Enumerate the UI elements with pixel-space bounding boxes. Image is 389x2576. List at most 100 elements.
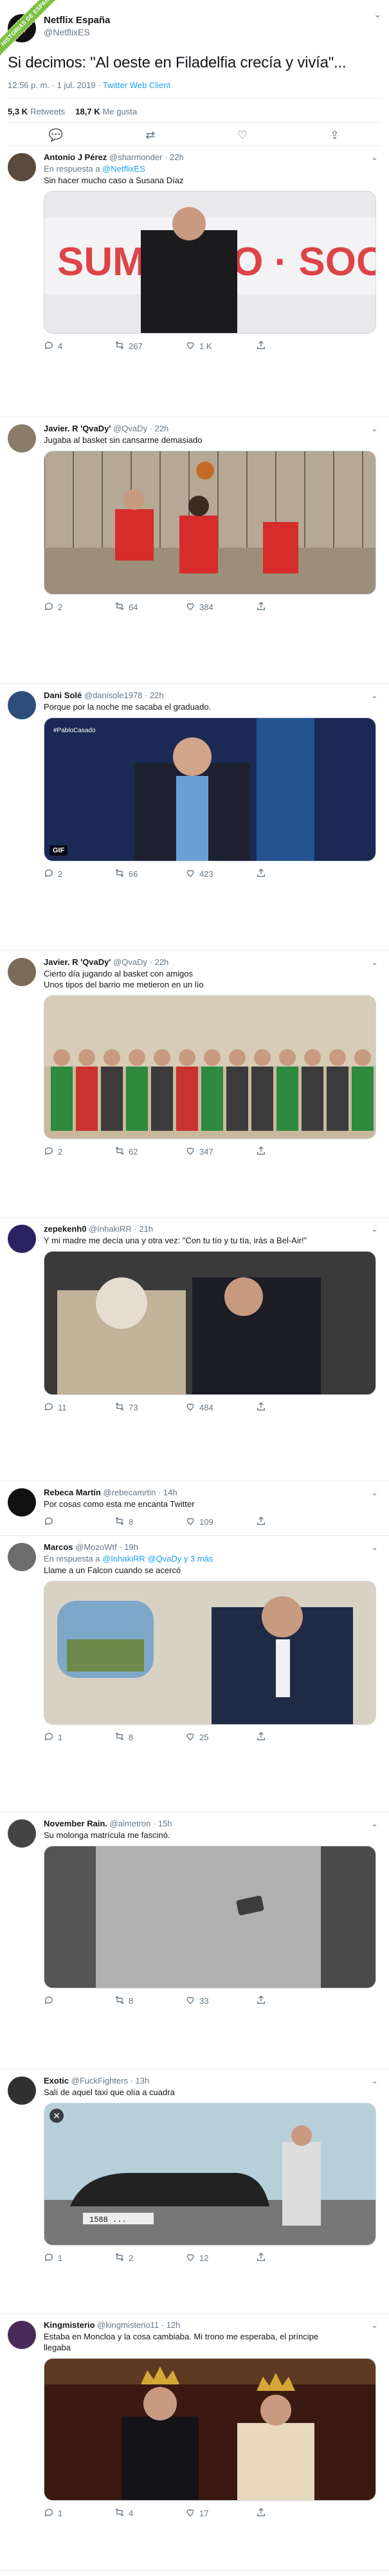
retweet-button[interactable]: 8	[114, 1731, 185, 1743]
tweet-image[interactable]: 1588 ... ✕	[44, 2103, 376, 2246]
like-button[interactable]: 33	[185, 1995, 256, 2007]
retweet-button[interactable]: 64	[114, 601, 185, 613]
chevron-down-icon[interactable]: ⌄	[371, 423, 378, 435]
reply-button[interactable]: 1	[44, 1731, 114, 1743]
author-name[interactable]: Marcos	[44, 1542, 73, 1552]
retweet-button[interactable]: 62	[114, 1146, 185, 1158]
author-name[interactable]: Exotic	[44, 2076, 69, 2085]
tweet-image[interactable]	[44, 995, 376, 1139]
author-handle[interactable]: @danisole1978 · 22h	[84, 690, 164, 700]
chevron-down-icon[interactable]: ⌄	[371, 690, 378, 701]
author-handle[interactable]: @rebecamrtin · 14h	[104, 1488, 177, 1497]
like-button[interactable]: 25	[185, 1731, 256, 1743]
author-name[interactable]: Dani Solé	[44, 690, 82, 700]
retweet-button[interactable]: 73	[114, 1401, 185, 1414]
retweets-count[interactable]: 5,3 K	[8, 107, 28, 116]
author-handle[interactable]: @MozoWtf · 19h	[75, 1542, 138, 1552]
avatar[interactable]	[8, 1488, 36, 1517]
tweet-image[interactable]	[44, 1846, 376, 1988]
retweet-button[interactable]: 267	[114, 340, 185, 352]
avatar[interactable]	[8, 691, 36, 719]
retweet-button[interactable]: 8	[114, 1995, 185, 2007]
avatar[interactable]	[8, 424, 36, 453]
reply-button[interactable]	[44, 1516, 114, 1528]
chevron-down-icon[interactable]: ⌄	[371, 957, 378, 968]
share-button[interactable]	[256, 601, 327, 613]
author-handle[interactable]: @QvaDy · 22h	[113, 957, 168, 967]
chevron-down-icon[interactable]: ⌄	[371, 1818, 378, 1830]
avatar[interactable]	[8, 1819, 36, 1848]
like-button[interactable]: 17	[185, 2507, 256, 2519]
author-handle[interactable]: @InhakiRR · 21h	[89, 1224, 153, 1234]
reply-button[interactable]	[44, 1995, 114, 2007]
author-name[interactable]: Antonio J Pérez	[44, 152, 107, 162]
author-name[interactable]: November Rain.	[44, 1819, 107, 1828]
tweet-timestamp[interactable]: 12:56 p. m. · 1 jul. 2019 ·	[8, 80, 103, 90]
tweet-image[interactable]	[44, 451, 376, 595]
like-button[interactable]: 1 K	[185, 340, 256, 352]
author-name[interactable]: Javier. R 'QvaDy'	[44, 424, 111, 433]
chevron-down-icon[interactable]: ⌄	[371, 152, 378, 163]
share-icon[interactable]: ⇪	[330, 129, 339, 142]
share-button[interactable]	[256, 1146, 327, 1158]
like-button[interactable]: 347	[185, 1146, 256, 1158]
tweet-image[interactable]	[44, 2358, 376, 2501]
reply-button[interactable]: 4	[44, 340, 114, 352]
like-button[interactable]: 384	[185, 601, 256, 613]
likes-count[interactable]: 18,7 K	[75, 107, 100, 116]
reply-button[interactable]: 11	[44, 1401, 114, 1414]
retweet-button[interactable]: 2	[114, 2252, 185, 2264]
avatar[interactable]	[8, 2321, 36, 2349]
author-name[interactable]: Rebeca Martín	[44, 1488, 101, 1497]
chevron-down-icon[interactable]: ⌄	[371, 1542, 378, 1553]
share-button[interactable]	[256, 2252, 327, 2264]
retweet-button[interactable]: 8	[114, 1516, 185, 1528]
like-button[interactable]: 484	[185, 1401, 256, 1414]
reply-button[interactable]: 2	[44, 1146, 114, 1158]
chevron-down-icon[interactable]: ⌄	[371, 1487, 378, 1499]
chevron-down-icon[interactable]: ⌄	[371, 2319, 378, 2331]
tweet-image[interactable]	[44, 1581, 376, 1725]
avatar[interactable]	[8, 1543, 36, 1571]
share-button[interactable]	[256, 1995, 327, 2007]
retweet-button[interactable]: 66	[114, 868, 185, 880]
retweet-icon[interactable]: ⇄	[145, 129, 155, 142]
avatar[interactable]	[8, 153, 36, 181]
reply-button[interactable]: 2	[44, 601, 114, 613]
avatar[interactable]	[8, 1225, 36, 1253]
retweet-button[interactable]: 4	[114, 2507, 185, 2519]
reply-button[interactable]: 1	[44, 2507, 114, 2519]
like-button[interactable]: 12	[185, 2252, 256, 2264]
avatar[interactable]	[8, 958, 36, 986]
replying-handle[interactable]: @InhakiRR @QvaDy y 3 más	[102, 1554, 213, 1563]
tweet-image[interactable]: #PabloCasado GIF	[44, 717, 376, 861]
author-name[interactable]: Kingmisterio	[44, 2320, 95, 2330]
share-button[interactable]	[256, 1731, 327, 1743]
reply-icon[interactable]: 💬	[49, 129, 63, 142]
author-handle[interactable]: @QvaDy · 22h	[113, 424, 168, 433]
like-button[interactable]: 423	[185, 868, 256, 880]
tweet-image[interactable]	[44, 1251, 376, 1395]
author-name[interactable]: Javier. R 'QvaDy'	[44, 957, 111, 967]
share-button[interactable]	[256, 2507, 327, 2519]
close-icon[interactable]: ✕	[50, 2109, 64, 2123]
client-link[interactable]: Twitter Web Client	[103, 80, 170, 90]
author-name[interactable]: zepekenh0	[44, 1224, 86, 1234]
reply-button[interactable]: 1	[44, 2252, 114, 2264]
author-handle[interactable]: @sharmonder · 22h	[109, 152, 184, 162]
like-button[interactable]: 109	[185, 1516, 256, 1528]
share-button[interactable]	[256, 1516, 327, 1528]
author-handle[interactable]: @almetron · 15h	[110, 1819, 172, 1828]
author-handle[interactable]: @FuckFighters · 13h	[71, 2076, 150, 2085]
like-icon[interactable]: ♡	[237, 129, 248, 142]
replying-handle[interactable]: @NetflixES	[102, 164, 145, 174]
tweet-image[interactable]: SUMANDO · SOC	[44, 191, 376, 334]
author-handle[interactable]: @kingmisterio11 · 12h	[97, 2320, 180, 2330]
share-button[interactable]	[256, 868, 327, 880]
chevron-down-icon[interactable]: ⌄	[371, 1223, 378, 1235]
avatar[interactable]	[8, 2076, 36, 2105]
chevron-down-icon[interactable]: ⌄	[371, 2075, 378, 2087]
reply-button[interactable]: 2	[44, 868, 114, 880]
share-button[interactable]	[256, 340, 327, 352]
share-button[interactable]	[256, 1401, 327, 1414]
